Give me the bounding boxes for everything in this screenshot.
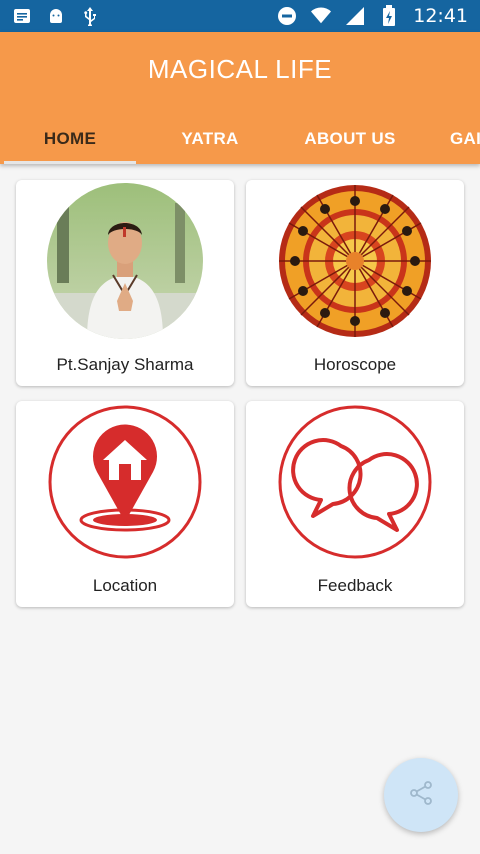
card-horoscope-label: Horoscope [313,355,397,374]
android-icon [46,6,66,26]
card-location[interactable]: Location [16,401,234,607]
location-pin-home-icon [47,404,203,560]
card-profile[interactable]: Pt.Sanjay Sharma [16,180,234,386]
tab-home[interactable]: HOME [4,114,136,164]
card-location-label: Location [92,576,158,595]
tab-indicator [4,161,136,164]
share-fab[interactable] [384,758,458,832]
notification-icon [12,6,32,26]
status-bar: 12:41 [0,0,480,32]
do-not-disturb-icon [277,6,297,26]
share-icon [408,780,434,811]
usb-icon [80,6,100,26]
battery-icon [379,5,399,26]
tab-gallery[interactable]: GAI [450,114,480,164]
tab-bar: HOME YATRA ABOUT US GAI [0,114,480,164]
app-bar: MAGICAL LIFE HOME YATRA ABOUT US GAI [0,32,480,164]
zodiac-wheel-icon [277,183,433,339]
app-title: MAGICAL LIFE [147,54,333,84]
wifi-icon [311,6,332,26]
status-bar-right: 12:41 [277,5,468,27]
card-feedback[interactable]: Feedback [246,401,464,607]
status-bar-left [12,6,100,26]
tab-about-us[interactable]: ABOUT US [285,114,415,164]
status-time: 12:41 [413,5,468,27]
profile-photo [47,183,203,339]
card-feedback-label: Feedback [317,576,393,595]
tab-yatra[interactable]: YATRA [145,114,275,164]
signal-icon [345,6,365,26]
card-horoscope[interactable]: Horoscope [246,180,464,386]
chat-bubbles-icon [277,404,433,560]
card-profile-label: Pt.Sanjay Sharma [56,355,194,374]
